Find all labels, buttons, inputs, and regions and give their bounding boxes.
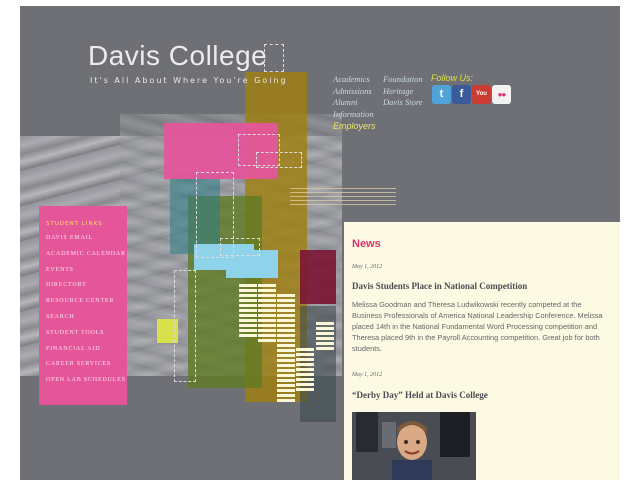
flickr-icon[interactable]: ●● — [492, 85, 511, 104]
cream-stripes — [316, 322, 334, 352]
student-link-directory[interactable]: Directory — [46, 282, 126, 298]
dashed-outline — [174, 270, 196, 382]
nav-heritage[interactable]: Heritage — [383, 86, 423, 98]
nav-admissions[interactable]: Admissions — [333, 86, 376, 98]
cream-stripes — [277, 294, 295, 404]
dashed-outline — [256, 152, 302, 168]
facebook-icon[interactable]: f — [452, 85, 471, 104]
news-date: May 1, 2012 — [352, 264, 383, 270]
nav-information[interactable]: Information — [333, 109, 376, 121]
youtube-icon[interactable]: You — [472, 85, 491, 104]
student-link-open-lab-schedules[interactable]: Open Lab Schedules — [46, 377, 126, 393]
derby-day-photo — [352, 412, 476, 480]
page-canvas: Davis College It's All About Where You'r… — [20, 6, 620, 480]
top-nav-column-2: Foundation Heritage Davis Store — [383, 74, 423, 109]
student-link-academic-calendar[interactable]: Academic Calendar — [46, 251, 126, 267]
student-link-search[interactable]: Search — [46, 314, 126, 330]
follow-us-label: Follow Us: — [431, 73, 474, 83]
student-link-student-tools[interactable]: Student Tools — [46, 330, 126, 346]
student-links-heading: STUDENT LINKS — [46, 221, 103, 227]
nav-davis-store[interactable]: Davis Store — [383, 97, 423, 109]
student-links-panel: STUDENT LINKS Davis Email Academic Calen… — [39, 206, 127, 405]
student-link-career-services[interactable]: Career Services — [46, 361, 126, 377]
nav-academics[interactable]: Academics — [333, 74, 376, 86]
maroon-block — [300, 250, 336, 304]
cream-stripes — [239, 284, 257, 339]
student-link-davis-email[interactable]: Davis Email — [46, 235, 126, 251]
student-link-financial-aid[interactable]: Financial Aid — [46, 346, 126, 362]
cream-stripes — [258, 284, 276, 344]
hline-group — [290, 188, 396, 208]
student-link-events[interactable]: Events — [46, 267, 126, 283]
college-tagline: It's All About Where You're Going — [90, 76, 288, 85]
top-nav-column-1: Academics Admissions Alumni Information … — [333, 74, 376, 133]
news-headline[interactable]: “Derby Day” Held at Davis College — [352, 390, 488, 400]
cream-stripes — [296, 348, 314, 393]
news-panel: News May 1, 2012 Davis Students Place in… — [344, 222, 620, 480]
student-link-resource-center[interactable]: Resource Center — [46, 298, 126, 314]
nav-foundation[interactable]: Foundation — [383, 74, 423, 86]
news-heading: News — [352, 238, 381, 250]
news-date: May 1, 2012 — [352, 372, 383, 378]
news-body: Melissa Goodman and Theresa Ludwikowski … — [352, 300, 603, 353]
news-headline[interactable]: Davis Students Place in National Competi… — [352, 281, 527, 291]
college-logo-title[interactable]: Davis College — [88, 40, 267, 72]
twitter-icon[interactable]: t — [432, 85, 451, 104]
nav-alumni[interactable]: Alumni — [333, 97, 376, 109]
student-links-list: Davis Email Academic Calendar Events Dir… — [46, 235, 126, 393]
dashed-outline — [220, 238, 260, 256]
nav-employers[interactable]: Employers — [333, 121, 376, 133]
